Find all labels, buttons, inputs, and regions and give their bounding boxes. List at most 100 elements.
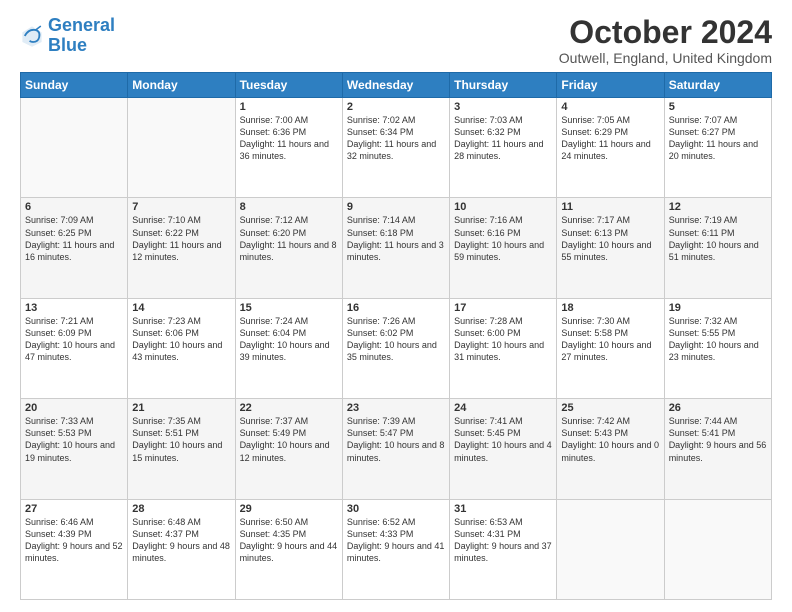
day-number: 18 (561, 302, 659, 314)
day-info: Sunrise: 7:03 AMSunset: 6:32 PMDaylight:… (454, 114, 552, 163)
day-info: Sunrise: 7:12 AMSunset: 6:20 PMDaylight:… (240, 214, 338, 263)
day-number: 13 (25, 302, 123, 314)
day-info: Sunrise: 7:26 AMSunset: 6:02 PMDaylight:… (347, 315, 445, 364)
table-cell: 17Sunrise: 7:28 AMSunset: 6:00 PMDayligh… (450, 298, 557, 398)
col-tuesday: Tuesday (235, 73, 342, 98)
day-info: Sunrise: 7:17 AMSunset: 6:13 PMDaylight:… (561, 214, 659, 263)
day-number: 10 (454, 201, 552, 213)
month-title: October 2024 (559, 16, 772, 48)
table-cell: 6Sunrise: 7:09 AMSunset: 6:25 PMDaylight… (21, 198, 128, 298)
day-info: Sunrise: 7:09 AMSunset: 6:25 PMDaylight:… (25, 214, 123, 263)
day-number: 11 (561, 201, 659, 213)
table-cell (664, 499, 771, 599)
table-cell: 12Sunrise: 7:19 AMSunset: 6:11 PMDayligh… (664, 198, 771, 298)
day-number: 6 (25, 201, 123, 213)
day-number: 30 (347, 503, 445, 515)
table-cell: 18Sunrise: 7:30 AMSunset: 5:58 PMDayligh… (557, 298, 664, 398)
day-info: Sunrise: 6:52 AMSunset: 4:33 PMDaylight:… (347, 516, 445, 565)
day-info: Sunrise: 7:30 AMSunset: 5:58 PMDaylight:… (561, 315, 659, 364)
day-info: Sunrise: 6:50 AMSunset: 4:35 PMDaylight:… (240, 516, 338, 565)
table-cell: 21Sunrise: 7:35 AMSunset: 5:51 PMDayligh… (128, 399, 235, 499)
calendar-week-4: 20Sunrise: 7:33 AMSunset: 5:53 PMDayligh… (21, 399, 772, 499)
day-info: Sunrise: 7:14 AMSunset: 6:18 PMDaylight:… (347, 214, 445, 263)
calendar-week-3: 13Sunrise: 7:21 AMSunset: 6:09 PMDayligh… (21, 298, 772, 398)
day-info: Sunrise: 7:42 AMSunset: 5:43 PMDaylight:… (561, 415, 659, 464)
day-number: 29 (240, 503, 338, 515)
day-info: Sunrise: 7:21 AMSunset: 6:09 PMDaylight:… (25, 315, 123, 364)
logo-line2: Blue (48, 35, 87, 55)
table-cell: 5Sunrise: 7:07 AMSunset: 6:27 PMDaylight… (664, 98, 771, 198)
logo-line1: General (48, 15, 115, 35)
table-cell: 22Sunrise: 7:37 AMSunset: 5:49 PMDayligh… (235, 399, 342, 499)
table-cell (21, 98, 128, 198)
day-number: 25 (561, 402, 659, 414)
table-cell: 28Sunrise: 6:48 AMSunset: 4:37 PMDayligh… (128, 499, 235, 599)
day-info: Sunrise: 7:28 AMSunset: 6:00 PMDaylight:… (454, 315, 552, 364)
day-info: Sunrise: 7:02 AMSunset: 6:34 PMDaylight:… (347, 114, 445, 163)
location: Outwell, England, United Kingdom (559, 50, 772, 66)
day-number: 1 (240, 101, 338, 113)
table-cell: 26Sunrise: 7:44 AMSunset: 5:41 PMDayligh… (664, 399, 771, 499)
day-info: Sunrise: 7:37 AMSunset: 5:49 PMDaylight:… (240, 415, 338, 464)
day-number: 22 (240, 402, 338, 414)
page: General Blue October 2024 Outwell, Engla… (0, 0, 792, 612)
day-info: Sunrise: 7:41 AMSunset: 5:45 PMDaylight:… (454, 415, 552, 464)
day-info: Sunrise: 6:48 AMSunset: 4:37 PMDaylight:… (132, 516, 230, 565)
table-cell: 14Sunrise: 7:23 AMSunset: 6:06 PMDayligh… (128, 298, 235, 398)
header: General Blue October 2024 Outwell, Engla… (20, 16, 772, 66)
table-cell: 23Sunrise: 7:39 AMSunset: 5:47 PMDayligh… (342, 399, 449, 499)
col-saturday: Saturday (664, 73, 771, 98)
day-number: 3 (454, 101, 552, 113)
table-cell: 31Sunrise: 6:53 AMSunset: 4:31 PMDayligh… (450, 499, 557, 599)
day-number: 15 (240, 302, 338, 314)
table-cell: 16Sunrise: 7:26 AMSunset: 6:02 PMDayligh… (342, 298, 449, 398)
table-cell: 30Sunrise: 6:52 AMSunset: 4:33 PMDayligh… (342, 499, 449, 599)
day-number: 24 (454, 402, 552, 414)
day-number: 4 (561, 101, 659, 113)
day-info: Sunrise: 7:24 AMSunset: 6:04 PMDaylight:… (240, 315, 338, 364)
table-cell: 2Sunrise: 7:02 AMSunset: 6:34 PMDaylight… (342, 98, 449, 198)
table-cell: 9Sunrise: 7:14 AMSunset: 6:18 PMDaylight… (342, 198, 449, 298)
day-info: Sunrise: 7:19 AMSunset: 6:11 PMDaylight:… (669, 214, 767, 263)
day-info: Sunrise: 6:53 AMSunset: 4:31 PMDaylight:… (454, 516, 552, 565)
day-number: 16 (347, 302, 445, 314)
calendar-week-5: 27Sunrise: 6:46 AMSunset: 4:39 PMDayligh… (21, 499, 772, 599)
calendar-week-1: 1Sunrise: 7:00 AMSunset: 6:36 PMDaylight… (21, 98, 772, 198)
day-number: 28 (132, 503, 230, 515)
day-info: Sunrise: 7:35 AMSunset: 5:51 PMDaylight:… (132, 415, 230, 464)
calendar-header-row: Sunday Monday Tuesday Wednesday Thursday… (21, 73, 772, 98)
day-number: 20 (25, 402, 123, 414)
day-number: 27 (25, 503, 123, 515)
day-number: 31 (454, 503, 552, 515)
title-block: October 2024 Outwell, England, United Ki… (559, 16, 772, 66)
day-number: 17 (454, 302, 552, 314)
table-cell: 25Sunrise: 7:42 AMSunset: 5:43 PMDayligh… (557, 399, 664, 499)
logo: General Blue (20, 16, 115, 56)
col-sunday: Sunday (21, 73, 128, 98)
day-info: Sunrise: 7:10 AMSunset: 6:22 PMDaylight:… (132, 214, 230, 263)
table-cell: 3Sunrise: 7:03 AMSunset: 6:32 PMDaylight… (450, 98, 557, 198)
table-cell: 29Sunrise: 6:50 AMSunset: 4:35 PMDayligh… (235, 499, 342, 599)
logo-text: General Blue (48, 16, 115, 56)
table-cell: 15Sunrise: 7:24 AMSunset: 6:04 PMDayligh… (235, 298, 342, 398)
day-number: 19 (669, 302, 767, 314)
table-cell: 13Sunrise: 7:21 AMSunset: 6:09 PMDayligh… (21, 298, 128, 398)
day-info: Sunrise: 7:23 AMSunset: 6:06 PMDaylight:… (132, 315, 230, 364)
col-wednesday: Wednesday (342, 73, 449, 98)
day-info: Sunrise: 7:32 AMSunset: 5:55 PMDaylight:… (669, 315, 767, 364)
table-cell: 19Sunrise: 7:32 AMSunset: 5:55 PMDayligh… (664, 298, 771, 398)
table-cell: 8Sunrise: 7:12 AMSunset: 6:20 PMDaylight… (235, 198, 342, 298)
day-info: Sunrise: 7:05 AMSunset: 6:29 PMDaylight:… (561, 114, 659, 163)
day-number: 7 (132, 201, 230, 213)
table-cell (557, 499, 664, 599)
table-cell: 4Sunrise: 7:05 AMSunset: 6:29 PMDaylight… (557, 98, 664, 198)
col-friday: Friday (557, 73, 664, 98)
day-number: 14 (132, 302, 230, 314)
col-thursday: Thursday (450, 73, 557, 98)
day-number: 2 (347, 101, 445, 113)
day-info: Sunrise: 7:00 AMSunset: 6:36 PMDaylight:… (240, 114, 338, 163)
day-number: 8 (240, 201, 338, 213)
day-info: Sunrise: 7:16 AMSunset: 6:16 PMDaylight:… (454, 214, 552, 263)
day-info: Sunrise: 7:44 AMSunset: 5:41 PMDaylight:… (669, 415, 767, 464)
day-number: 21 (132, 402, 230, 414)
